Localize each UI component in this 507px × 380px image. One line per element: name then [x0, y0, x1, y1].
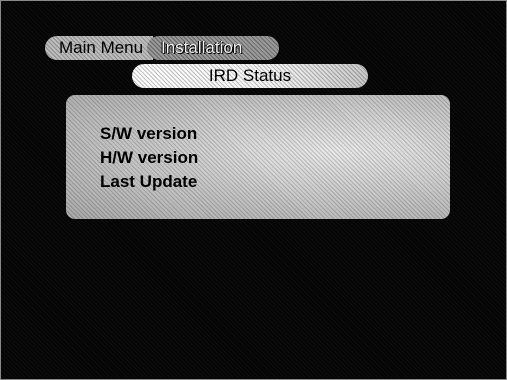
page-title: IRD Status [132, 64, 368, 88]
ird-status-panel: S/W version H/W version Last Update [66, 95, 450, 219]
page-title-label: IRD Status [208, 66, 292, 85]
breadcrumb-installation[interactable]: Installation [147, 36, 279, 60]
breadcrumb-installation-label: Installation [161, 38, 243, 57]
breadcrumb-main-menu[interactable]: Main Menu [45, 36, 153, 60]
tv-screen: Main Menu Installation IRD Status S/W ve… [0, 0, 507, 380]
info-item-sw-version: S/W version [100, 124, 198, 143]
info-item-hw-version: H/W version [100, 148, 199, 167]
info-item-last-update: Last Update [100, 172, 198, 191]
breadcrumb-main-label: Main Menu [59, 38, 144, 57]
info-list: S/W version H/W version Last Update [100, 122, 198, 194]
